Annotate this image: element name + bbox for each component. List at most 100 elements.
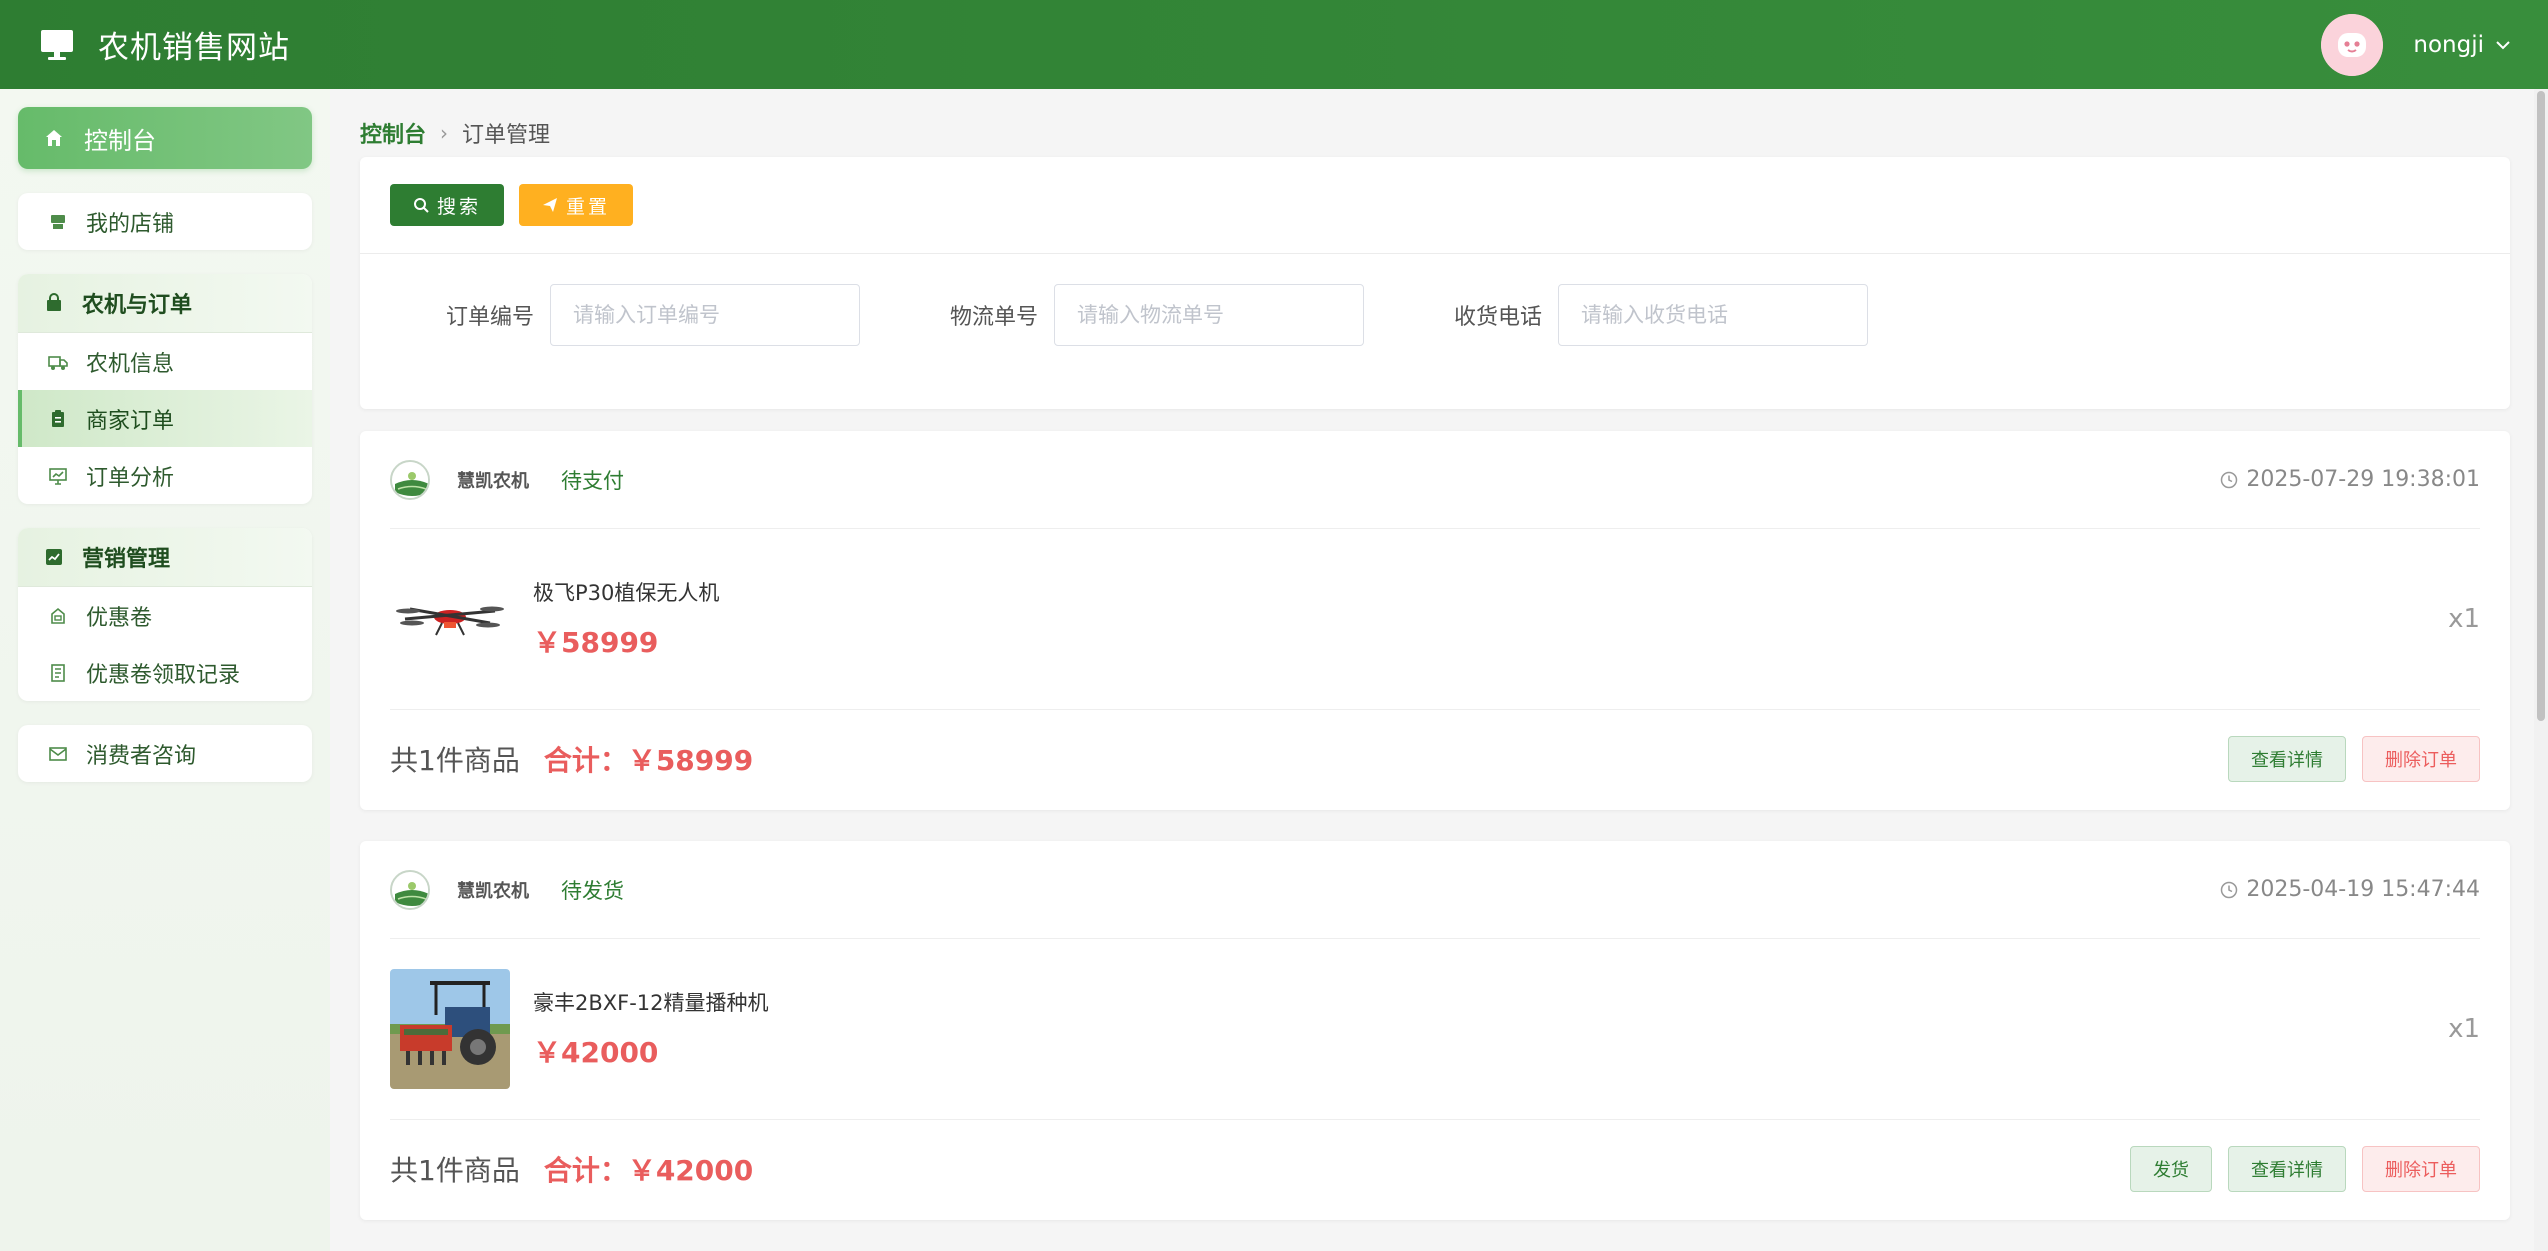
chevron-right-icon: › bbox=[440, 121, 449, 145]
order-number-input[interactable] bbox=[550, 284, 860, 346]
clock-icon bbox=[2221, 881, 2238, 898]
truck-icon bbox=[48, 355, 68, 370]
sidebar-item-label: 消费者咨询 bbox=[86, 743, 197, 769]
scrollbar[interactable] bbox=[2534, 89, 2548, 1251]
search-panel: 搜索 重置 订单编号 物流单号 收货电话 bbox=[360, 157, 2510, 409]
store-card: 我的店铺 bbox=[18, 193, 312, 250]
store-icon bbox=[51, 214, 65, 229]
filter-order-number: 订单编号 bbox=[360, 284, 860, 346]
shop-logo bbox=[390, 459, 430, 500]
order-time: 2025-04-19 15:47:44 bbox=[2220, 877, 2480, 902]
sidebar-item-label: 我的店铺 bbox=[86, 211, 175, 237]
shop-info: 慧凯农机 待发货 bbox=[390, 869, 624, 910]
view-details-button[interactable]: 查看详情 bbox=[2228, 1146, 2346, 1192]
order-total: 合计：￥58999 bbox=[543, 744, 754, 777]
receiver-phone-input[interactable] bbox=[1558, 284, 1868, 346]
breadcrumb-current: 订单管理 bbox=[462, 123, 551, 148]
order-header: 慧凯农机 待支付 2025-07-29 19:38:01 bbox=[390, 431, 2480, 529]
presentation-chart-icon bbox=[49, 467, 67, 485]
filter-label: 收货电话 bbox=[1453, 305, 1542, 330]
sidebar-item-coupons[interactable]: 优惠卷 bbox=[18, 587, 312, 644]
document-list-icon bbox=[51, 663, 65, 682]
ship-button[interactable]: 发货 bbox=[2130, 1146, 2212, 1192]
sidebar-item-label: 优惠卷 bbox=[86, 605, 153, 631]
scrollbar-thumb[interactable] bbox=[2537, 91, 2545, 721]
sidebar-item-label: 订单分析 bbox=[86, 465, 175, 491]
search-button-label: 搜索 bbox=[436, 195, 481, 218]
trend-chart-icon bbox=[46, 549, 62, 565]
sidebar-item-consumer-consult[interactable]: 消费者咨询 bbox=[18, 725, 312, 782]
order-summary: 共1件商品 合计：￥42000 bbox=[390, 1149, 753, 1189]
coupon-icon bbox=[51, 607, 65, 624]
filter-label: 物流单号 bbox=[949, 305, 1038, 330]
search-button[interactable]: 搜索 bbox=[390, 184, 504, 226]
marketing-group-card: 营销管理 优惠卷 优惠卷领取记录 bbox=[18, 528, 312, 701]
item-count: 共1件商品 bbox=[390, 744, 520, 777]
filter-label: 订单编号 bbox=[445, 305, 534, 330]
sidebar-item-my-store[interactable]: 我的店铺 bbox=[18, 193, 312, 250]
site-title: 农机销售网站 bbox=[98, 30, 290, 66]
order-summary: 共1件商品 合计：￥58999 bbox=[390, 739, 753, 779]
order-card: 慧凯农机 待发货 2025-04-19 15:47:44 豪丰2BXF-12精量… bbox=[360, 841, 2510, 1220]
sidebar-item-coupon-records[interactable]: 优惠卷领取记录 bbox=[18, 644, 312, 701]
group-heading-marketing[interactable]: 营销管理 bbox=[18, 528, 312, 587]
product-name[interactable]: 豪丰2BXF-12精量播种机 bbox=[533, 987, 769, 1017]
clock-icon bbox=[2221, 471, 2238, 488]
product-price: ￥58999 bbox=[533, 626, 659, 659]
order-time: 2025-07-29 19:38:01 bbox=[2220, 467, 2480, 492]
sidebar: 控制台 我的店铺 农机与订单 农机信息 商家订单 订单分析 营销管理 优惠卷 优… bbox=[0, 89, 330, 1251]
mail-icon bbox=[49, 746, 67, 761]
product-info: 豪丰2BXF-12精量播种机 ￥42000 bbox=[533, 987, 769, 1071]
search-toolbar: 搜索 重置 bbox=[360, 157, 2510, 254]
product-image-seeder[interactable] bbox=[390, 969, 510, 1089]
order-footer: 共1件商品 合计：￥42000 发货 查看详情 删除订单 bbox=[390, 1120, 2480, 1218]
breadcrumb: 控制台 › 订单管理 bbox=[360, 117, 550, 149]
consult-card: 消费者咨询 bbox=[18, 725, 312, 782]
reset-button[interactable]: 重置 bbox=[519, 184, 633, 226]
product: 豪丰2BXF-12精量播种机 ￥42000 bbox=[390, 969, 769, 1089]
product-image-drone[interactable] bbox=[390, 559, 510, 679]
order-item: 极飞P30植保无人机 ￥58999 x1 bbox=[390, 529, 2480, 710]
filter-logistics-number: 物流单号 bbox=[860, 284, 1364, 346]
sidebar-item-label: 控制台 bbox=[84, 126, 156, 155]
order-actions: 查看详情 删除订单 bbox=[2228, 736, 2480, 782]
username-dropdown[interactable]: nongji bbox=[2413, 32, 2512, 58]
chevron-down-icon bbox=[2496, 40, 2510, 49]
group-title: 农机与订单 bbox=[82, 293, 193, 318]
order-status: 待支付 bbox=[561, 468, 624, 493]
product-price: ￥42000 bbox=[533, 1036, 659, 1069]
avatar[interactable] bbox=[2321, 13, 2384, 76]
order-time-text: 2025-04-19 15:47:44 bbox=[2246, 877, 2480, 902]
delete-order-button[interactable]: 删除订单 bbox=[2362, 1146, 2480, 1192]
order-time-text: 2025-07-29 19:38:01 bbox=[2246, 467, 2480, 492]
filter-receiver-phone: 收货电话 bbox=[1364, 284, 1868, 346]
product-name[interactable]: 极飞P30植保无人机 bbox=[533, 577, 719, 607]
view-details-button[interactable]: 查看详情 bbox=[2228, 736, 2346, 782]
sidebar-item-dashboard[interactable]: 控制台 bbox=[18, 107, 312, 169]
top-header: 农机销售网站 nongji bbox=[0, 0, 2548, 89]
sidebar-item-merchant-orders[interactable]: 商家订单 bbox=[18, 390, 312, 447]
sidebar-item-order-analysis[interactable]: 订单分析 bbox=[18, 447, 312, 504]
order-actions: 发货 查看详情 删除订单 bbox=[2130, 1146, 2480, 1192]
avatar-face-icon bbox=[2321, 13, 2384, 76]
order-total: 合计：￥42000 bbox=[543, 1154, 754, 1187]
username: nongji bbox=[2413, 31, 2484, 58]
group-heading-machines-orders[interactable]: 农机与订单 bbox=[18, 274, 312, 333]
main-content: 控制台 › 订单管理 搜索 重置 订单编号 请输入订单编号 物流单号 请输入物流… bbox=[330, 89, 2548, 1251]
product: 极飞P30植保无人机 ￥58999 bbox=[390, 559, 719, 679]
reset-button-label: 重置 bbox=[565, 195, 610, 218]
breadcrumb-home[interactable]: 控制台 bbox=[360, 117, 426, 149]
home-icon bbox=[46, 130, 62, 146]
order-card: 慧凯农机 待支付 2025-07-29 19:38:01 极飞P30植保无人机 … bbox=[360, 431, 2510, 810]
clipboard-icon bbox=[52, 409, 64, 427]
brand: 农机销售网站 bbox=[40, 22, 290, 67]
order-item: 豪丰2BXF-12精量播种机 ￥42000 x1 bbox=[390, 939, 2480, 1120]
delete-order-button[interactable]: 删除订单 bbox=[2362, 736, 2480, 782]
item-count: 共1件商品 bbox=[390, 1154, 520, 1187]
logistics-number-input[interactable] bbox=[1054, 284, 1364, 346]
shopping-bag-icon bbox=[47, 293, 61, 311]
user-menu[interactable]: nongji bbox=[2321, 13, 2512, 76]
sidebar-item-machine-info[interactable]: 农机信息 bbox=[18, 333, 312, 390]
filter-row: 订单编号 物流单号 收货电话 bbox=[360, 254, 2510, 346]
order-status: 待发货 bbox=[561, 878, 624, 903]
